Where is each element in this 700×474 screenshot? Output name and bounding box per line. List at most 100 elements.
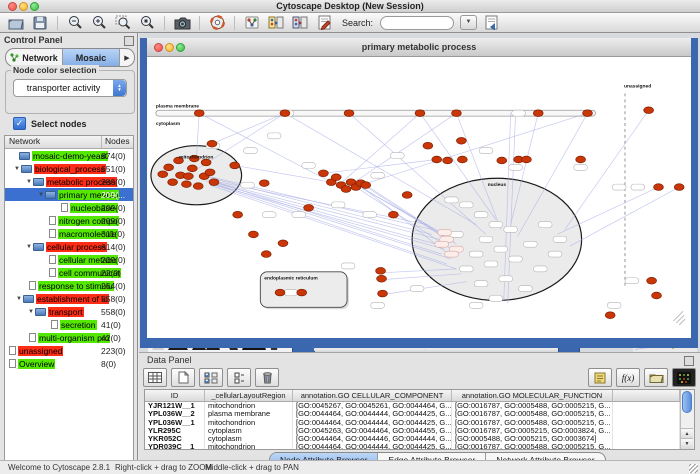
network-node[interactable] <box>205 169 215 176</box>
table-cell[interactable]: [GO:0016787, GO:0005488, GO:0005215, G..… <box>452 443 613 449</box>
network-node[interactable] <box>647 277 657 284</box>
network-node[interactable] <box>415 110 425 117</box>
table-cell[interactable]: cytoplasm <box>205 427 293 435</box>
network-node[interactable] <box>521 156 531 163</box>
network-node[interactable] <box>452 110 462 117</box>
table-cell[interactable]: [GO:0045263, GO:0044464, GO:0044455, G..… <box>293 427 452 435</box>
table-cell[interactable]: [GO:0045267, GO:0045261, GO:0044464, G..… <box>293 402 452 410</box>
zoom-selected-icon[interactable] <box>137 15 157 31</box>
network-node[interactable] <box>230 162 240 169</box>
table-row[interactable]: YDR039C__1mitochondrion[GO:0044464, GO:0… <box>145 443 680 449</box>
network-node[interactable] <box>644 107 654 114</box>
table-row[interactable]: YPL036W__1mitochondrion[GO:0044464, GO:0… <box>145 419 680 427</box>
network-node[interactable] <box>497 157 507 164</box>
tree-row[interactable]: macromolecule311(0) <box>5 227 133 240</box>
network-node[interactable] <box>456 137 466 144</box>
network-node[interactable] <box>378 290 388 297</box>
tree-row[interactable]: multi-organism pro42(0) <box>5 331 133 344</box>
import-network-icon[interactable] <box>242 15 262 31</box>
network-node[interactable] <box>432 156 442 163</box>
attribute-checklist-icon[interactable] <box>199 368 223 387</box>
network-node[interactable] <box>652 292 662 299</box>
table-cell[interactable]: YPL036W__1 <box>145 419 205 427</box>
import-attributes-file-icon[interactable] <box>644 368 668 387</box>
tree-row[interactable]: response to stimulu264(0) <box>5 279 133 292</box>
table-cell[interactable]: YKR052C <box>145 435 205 443</box>
table-cell[interactable]: [GO:0044464, GO:0044444, GO:0044425, G..… <box>293 410 452 418</box>
scrollbar-thumb[interactable] <box>682 391 692 413</box>
table-cell[interactable]: YDR039C__1 <box>145 443 205 449</box>
view-minimize-button[interactable] <box>165 43 174 52</box>
annotation-icon[interactable] <box>314 15 334 31</box>
network-node[interactable] <box>388 211 398 218</box>
open-session-icon[interactable] <box>6 15 26 31</box>
select-nodes-checkbox[interactable]: ✓ <box>13 117 26 130</box>
network-node[interactable] <box>158 171 168 178</box>
table-cell[interactable]: [GO:0016787, GO:0005488, GO:0005215, G..… <box>452 402 613 410</box>
network-node[interactable] <box>341 186 351 193</box>
network-node[interactable] <box>194 110 204 117</box>
table-cell[interactable]: YJR121W__1 <box>145 402 205 410</box>
table-cell[interactable]: mitochondrion <box>205 402 293 410</box>
compartment-plasma-membrane[interactable] <box>156 110 596 116</box>
disclosure-triangle-icon[interactable]: ▼ <box>13 166 21 172</box>
table-cell[interactable]: [GO:0005488, GO:0005215, GO:0003674] <box>452 435 613 443</box>
col-cellular-layout-region[interactable]: _cellularLayoutRegion <box>205 390 293 401</box>
minimize-button[interactable] <box>19 2 28 11</box>
tree-col-network[interactable]: Network <box>5 136 102 148</box>
delete-attribute-icon[interactable] <box>255 368 279 387</box>
network-node[interactable] <box>674 184 684 191</box>
network-node[interactable] <box>304 204 314 211</box>
attribute-list-icon[interactable] <box>227 368 251 387</box>
network-node[interactable] <box>376 268 386 275</box>
network-node[interactable] <box>361 182 371 189</box>
import-expression-icon[interactable] <box>290 15 310 31</box>
help-icon[interactable] <box>207 15 227 31</box>
tree-row[interactable]: ▼establishment of lo558(0) <box>5 292 133 305</box>
network-node[interactable] <box>187 165 197 172</box>
disclosure-triangle-icon[interactable]: ▼ <box>27 309 35 315</box>
tree-row[interactable]: ▼biological_process651(0) <box>5 162 133 175</box>
network-node[interactable] <box>280 110 290 117</box>
search-input[interactable] <box>380 16 454 30</box>
node-color-dropdown[interactable]: transporter activity ▲▼ <box>13 79 127 97</box>
disclosure-triangle-icon[interactable]: ▼ <box>15 296 23 302</box>
network-node[interactable] <box>605 312 615 319</box>
network-node[interactable] <box>443 157 453 164</box>
network-node[interactable] <box>331 174 341 181</box>
table-row[interactable]: YKR052Ccytoplasm[GO:0044464, GO:0044446,… <box>145 435 680 443</box>
network-node[interactable] <box>583 110 593 117</box>
network-node[interactable] <box>457 156 467 163</box>
matrix-icon[interactable] <box>672 368 696 387</box>
network-node[interactable] <box>278 240 288 247</box>
create-attribute-icon[interactable] <box>171 368 195 387</box>
scroll-down-icon[interactable]: ▼ <box>681 438 693 449</box>
table-cell[interactable]: [GO:0016787, GO:0005488, GO:0005215, G..… <box>452 410 613 418</box>
network-node[interactable] <box>344 110 354 117</box>
table-cell[interactable]: mitochondrion <box>205 443 293 449</box>
table-row[interactable]: YJR121W__1mitochondrion[GO:0045267, GO:0… <box>145 402 680 410</box>
network-node[interactable] <box>261 251 271 258</box>
tree-row[interactable]: mosaic-demo-yeast874(0) <box>5 149 133 162</box>
network-node[interactable] <box>259 180 269 187</box>
float-data-panel-icon[interactable] <box>684 356 694 366</box>
table-cell[interactable]: [GO:0044464, GO:0044444, GO:0044425, G..… <box>293 419 452 427</box>
tree-row[interactable]: Overview8(0) <box>5 357 133 370</box>
tree-row[interactable]: ▼transport558(0) <box>5 305 133 318</box>
view-zoom-button[interactable] <box>176 43 185 52</box>
network-node[interactable] <box>168 179 178 186</box>
table-cell[interactable]: [GO:0016787, GO:0005215, GO:0003824, G..… <box>452 427 613 435</box>
tree-row[interactable]: cellular metabo209(0) <box>5 253 133 266</box>
network-node[interactable] <box>402 192 412 199</box>
network-node[interactable] <box>318 170 328 177</box>
function-builder-icon[interactable]: f(x) <box>616 368 640 387</box>
disclosure-triangle-icon[interactable]: ▼ <box>37 192 45 198</box>
col-go-cellular-component[interactable]: annotation.GO CELLULAR_COMPONENT <box>293 390 452 401</box>
table-cell[interactable]: [GO:0044464, GO:0044446, GO:0044444, G..… <box>293 435 452 443</box>
tree-row[interactable]: unassigned223(0) <box>5 344 133 357</box>
network-node[interactable] <box>181 181 191 188</box>
table-cell[interactable]: [GO:0016787, GO:0005488, GO:0005215, G..… <box>452 419 613 427</box>
zoom-window-button[interactable] <box>30 2 39 11</box>
tree-row[interactable]: ▼cellular process614(0) <box>5 240 133 253</box>
network-node[interactable] <box>233 211 243 218</box>
